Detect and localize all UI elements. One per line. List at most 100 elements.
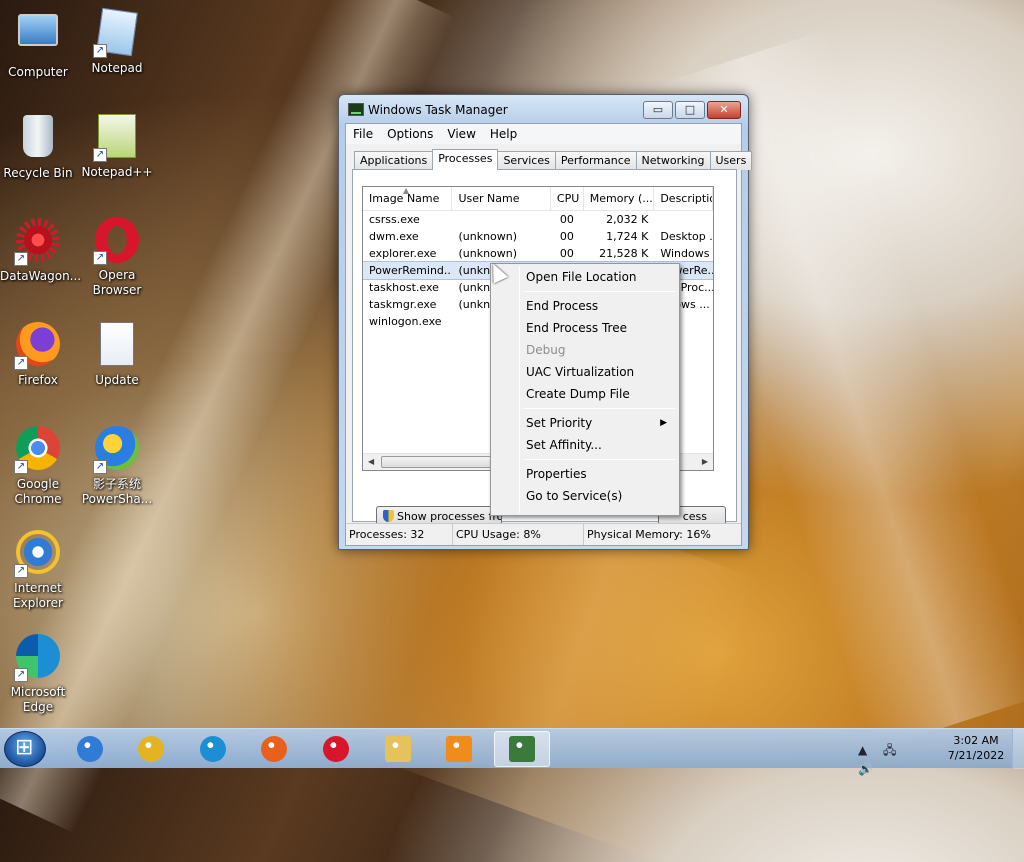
opera-icon: ↗	[93, 217, 141, 265]
menu-item-end-process-tree[interactable]: End Process Tree	[493, 317, 677, 339]
status-bar: Processes: 32 CPU Usage: 8% Physical Mem…	[346, 523, 741, 545]
column-user-name[interactable]: User Name	[452, 187, 551, 210]
desktop-icon-script-file[interactable]: Update	[79, 320, 155, 388]
tab-applications[interactable]: Applications	[354, 151, 434, 170]
desktop-icon-notepad-plus-plus[interactable]: ↗ Notepad++	[79, 112, 155, 180]
desktop-icon-edge[interactable]: ↗ Microsoft Edge	[0, 632, 76, 715]
tab-services[interactable]: Services	[497, 151, 556, 170]
show-desktop-button[interactable]	[1012, 729, 1024, 769]
desktop-icon-opera[interactable]: ↗ Opera Browser	[79, 216, 155, 298]
menu-item-label: End Process	[526, 299, 599, 313]
menu-item-label: Go to Service(s)	[526, 489, 623, 503]
taskbar-button-task-manager[interactable]	[494, 731, 550, 767]
shortcut-arrow-icon: ↗	[93, 251, 107, 265]
desktop-icon-label: Recycle Bin	[3, 166, 73, 180]
menu-view[interactable]: View	[440, 127, 482, 141]
shortcut-arrow-icon: ↗	[93, 460, 107, 474]
maximize-button[interactable]: □	[675, 101, 705, 119]
shortcut-arrow-icon: ↗	[14, 564, 28, 578]
edge-icon: ↗	[14, 634, 62, 682]
internet-explorer-icon	[77, 736, 103, 762]
firefox-icon: ↗	[14, 322, 62, 370]
tab-performance[interactable]: Performance	[554, 151, 637, 170]
desktop-icon-datawagon[interactable]: ↗ DataWagon...	[0, 216, 81, 284]
cell-image-name: csrss.exe	[369, 213, 420, 226]
menu-item-uac-virtualization[interactable]: UAC Virtualization	[493, 361, 677, 383]
shortcut-arrow-icon: ↗	[93, 44, 107, 58]
tab-processes[interactable]: Processes	[432, 149, 499, 170]
taskbar-button-edge[interactable]	[185, 731, 241, 767]
menu-item-go-to-service-s[interactable]: Go to Service(s)	[493, 485, 677, 507]
desktop-icon-chrome[interactable]: ↗ Google Chrome	[0, 424, 76, 507]
menu-item-create-dump-file[interactable]: Create Dump File	[493, 383, 677, 405]
process-row[interactable]: dwm.exe (unknown) 00 1,724 K Desktop ...	[363, 228, 713, 245]
taskbar-button-file-explorer[interactable]	[370, 731, 426, 767]
clock[interactable]: 3:02 AM 7/21/2022	[944, 733, 1008, 763]
tab-strip: Applications Processes Services Performa…	[354, 149, 753, 170]
desktop-icon-computer[interactable]: Computer	[0, 8, 76, 80]
start-button[interactable]	[4, 731, 46, 767]
task-manager-icon	[509, 736, 535, 762]
menu-item-open-file-location[interactable]: Open File Location	[493, 266, 677, 288]
status-physical-memory: Physical Memory: 16%	[587, 528, 711, 541]
tab-networking[interactable]: Networking	[635, 151, 711, 170]
taskbar-button-opera[interactable]	[308, 731, 364, 767]
clock-time: 3:02 AM	[953, 734, 999, 747]
cell-image-name: winlogon.exe	[369, 315, 442, 328]
cell-cpu: 00	[559, 230, 574, 243]
status-processes: Processes: 32	[346, 524, 453, 545]
menu-item-properties[interactable]: Properties	[493, 463, 677, 485]
scroll-left-icon[interactable]: ◀	[368, 457, 374, 466]
menu-item-set-affinity[interactable]: Set Affinity...	[493, 434, 677, 456]
column-description[interactable]: Description	[654, 187, 713, 210]
column-cpu[interactable]: CPU	[551, 187, 584, 210]
chrome-icon	[138, 736, 164, 762]
cell-image-name: PowerRemind...	[369, 264, 453, 277]
desktop-icon-notepad[interactable]: ↗ Notepad	[79, 7, 155, 76]
script-file-icon	[93, 322, 141, 370]
taskbar-button-internet-explorer[interactable]	[62, 731, 118, 767]
shortcut-arrow-icon: ↗	[14, 668, 28, 682]
submenu-arrow-icon: ▶	[660, 418, 667, 428]
opera-icon	[323, 736, 349, 762]
cell-cpu: 00	[559, 213, 574, 226]
taskbar: ▲ 🖧 🔊 3:02 AM 7/21/2022	[0, 728, 1024, 776]
column-memory[interactable]: Memory (...	[584, 187, 655, 210]
taskbar-button-firefox[interactable]	[246, 731, 302, 767]
desktop-icon-label: Computer	[8, 65, 68, 79]
shortcut-arrow-icon: ↗	[14, 460, 28, 474]
task-manager-icon	[348, 103, 364, 116]
desktop-icon-recycle-bin[interactable]: Recycle Bin	[0, 112, 76, 181]
process-row[interactable]: csrss.exe 00 2,032 K	[363, 211, 713, 228]
cell-memory: 2,032 K	[606, 213, 649, 226]
notepad-icon: ↗	[93, 7, 141, 58]
cell-user-name	[452, 211, 550, 228]
chrome-icon: ↗	[14, 426, 62, 474]
menu-separator	[523, 459, 675, 460]
recycle-bin-icon-shape	[23, 115, 53, 157]
desktop-icon-powershadow[interactable]: ↗ 影子系统 PowerSha...	[79, 424, 155, 507]
desktop-icon-internet-explorer[interactable]: ↗ Internet Explorer	[0, 528, 76, 611]
menu-help[interactable]: Help	[483, 127, 524, 141]
minimize-button[interactable]: ▭	[643, 101, 673, 119]
menu-file[interactable]: File	[346, 127, 380, 141]
recycle-bin-icon	[14, 115, 62, 163]
tray-icons[interactable]: ▲ 🖧 🔊	[858, 741, 932, 776]
desktop-icon-firefox[interactable]: ↗ Firefox	[0, 320, 76, 388]
menu-options[interactable]: Options	[380, 127, 440, 141]
menu-item-label: Open File Location	[526, 270, 637, 284]
menu-item-label: Create Dump File	[526, 387, 630, 401]
taskbar-button-chrome[interactable]	[123, 731, 179, 767]
tab-users[interactable]: Users	[709, 151, 753, 170]
process-row[interactable]: explorer.exe (unknown) 00 21,528 K Windows .…	[363, 245, 713, 262]
scroll-right-icon[interactable]: ▶	[702, 457, 708, 466]
taskbar-button-media-player[interactable]	[431, 731, 487, 767]
menu-item-label: Set Priority	[526, 416, 593, 430]
desktop-icon-label: Notepad++	[81, 165, 153, 179]
title-bar[interactable]: Windows Task Manager ▭ □ ✕	[339, 95, 748, 123]
internet-explorer-icon: ↗	[14, 530, 62, 578]
menu-item-set-priority[interactable]: Set Priority ▶	[493, 412, 677, 434]
menu-item-end-process[interactable]: End Process	[493, 295, 677, 317]
close-button[interactable]: ✕	[707, 101, 741, 119]
column-image-name[interactable]: ▲ Image Name	[363, 187, 453, 210]
